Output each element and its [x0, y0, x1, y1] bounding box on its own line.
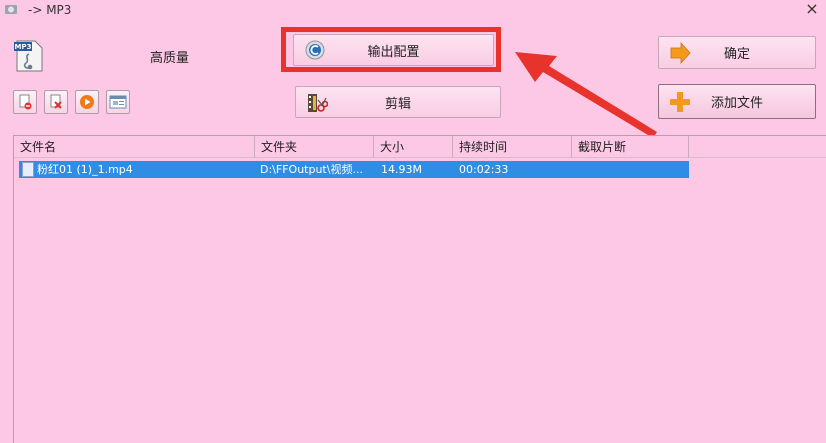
add-file-label: 添加文件 — [710, 96, 763, 111]
cell-size: 14.93M — [381, 163, 422, 176]
app-icon — [5, 5, 17, 14]
edit-button[interactable]: 剪辑 — [295, 86, 501, 118]
column-header-clip[interactable]: 截取片断 — [572, 136, 689, 158]
remove-icon — [19, 94, 32, 110]
window-title: -> MP3 — [28, 3, 72, 17]
play-button[interactable] — [75, 90, 99, 114]
column-header-duration[interactable]: 持续时间 — [453, 136, 572, 158]
mp3-file-icon: MP3 — [14, 40, 43, 72]
play-icon — [80, 95, 94, 109]
table-header: 文件名 文件夹 大小 持续时间 截取片断 — [14, 136, 826, 158]
file-list[interactable]: 文件名 文件夹 大小 持续时间 截取片断 粉红01 (1)_1.mp4 D:\F… — [13, 135, 826, 443]
remove-file-button[interactable] — [13, 90, 37, 114]
quality-label: 高质量 — [150, 51, 190, 66]
annotation-arrow — [515, 52, 657, 138]
info-icon — [109, 95, 127, 109]
media-info-button[interactable] — [106, 90, 130, 114]
column-header-size[interactable]: 大小 — [374, 136, 453, 158]
column-header-filler — [689, 136, 826, 158]
clear-icon — [50, 94, 62, 109]
mp3-icon-text: MP3 — [15, 43, 32, 51]
cell-folder: D:\FFOutput\视频... — [260, 163, 363, 176]
close-button[interactable]: × — [804, 1, 820, 17]
add-file-button[interactable]: 添加文件 — [658, 84, 816, 119]
table-row[interactable]: 粉红01 (1)_1.mp4 D:\FFOutput\视频... 14.93M … — [19, 161, 689, 178]
cell-duration: 00:02:33 — [459, 163, 509, 176]
column-header-filename[interactable]: 文件名 — [14, 136, 255, 158]
highlight-annotation-box — [281, 27, 501, 72]
cell-filename: 粉红01 (1)_1.mp4 — [37, 163, 133, 176]
clear-list-button[interactable] — [44, 90, 68, 114]
column-header-folder[interactable]: 文件夹 — [255, 136, 374, 158]
edit-label: 剪辑 — [384, 96, 411, 112]
cell-clip — [579, 161, 689, 178]
audio-file-icon — [22, 162, 34, 177]
confirm-label: 确定 — [723, 47, 750, 62]
confirm-button[interactable]: 确定 — [658, 36, 816, 69]
